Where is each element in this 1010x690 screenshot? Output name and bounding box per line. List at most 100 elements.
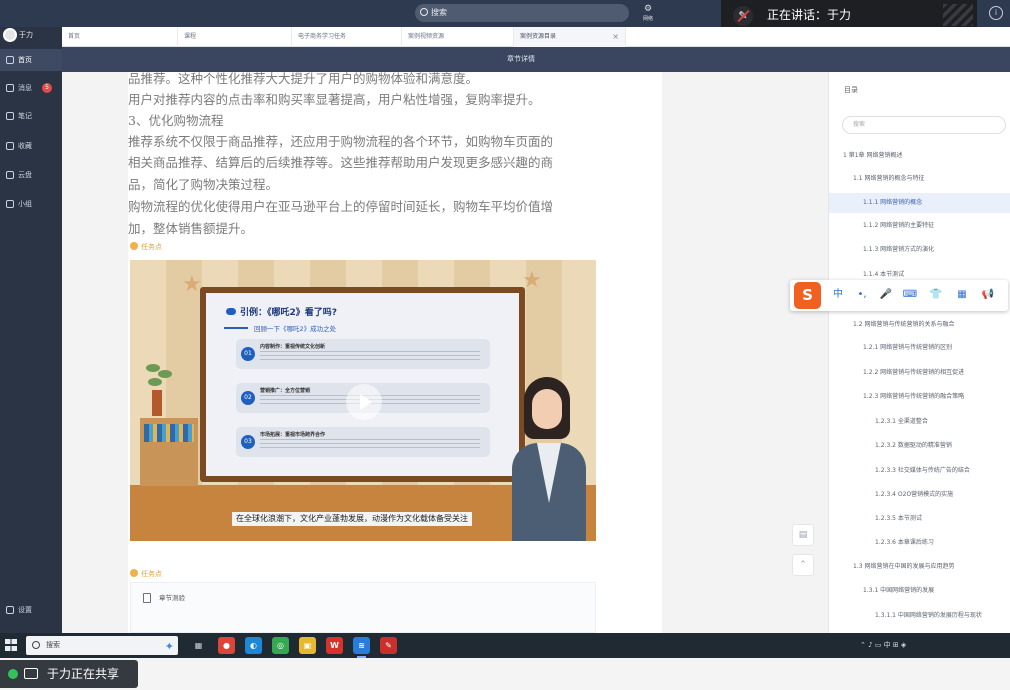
annotate-app-icon[interactable]: ✎: [380, 637, 397, 654]
ime-broadcast-icon[interactable]: 📢: [980, 287, 996, 303]
meeting-app-icon[interactable]: ≋: [353, 637, 370, 658]
home-icon: [6, 56, 14, 64]
network-button[interactable]: ⚙ 网络: [640, 3, 656, 23]
sidebar-item-label: 小组: [18, 200, 32, 208]
ime-punctuation-icon[interactable]: •,: [854, 287, 870, 303]
chrome-icon[interactable]: ●: [218, 637, 235, 654]
play-button[interactable]: [346, 384, 382, 420]
leaf-shape: [158, 370, 172, 378]
toc-item[interactable]: 1.2.1 网络营销与传统营销的区别: [829, 338, 1010, 358]
toc-item[interactable]: 1 第1章 网络营销概述: [829, 146, 1010, 166]
sidebar-item-label: 云盘: [18, 171, 32, 179]
toc-item[interactable]: 1.2 网络营销与传统营销的关系与融合: [829, 315, 1010, 335]
slide-title: 引例：《哪吒2》看了吗?: [226, 305, 337, 318]
toc-item[interactable]: 1.2.3.5 本节测试: [829, 509, 1010, 529]
leaf-shape: [146, 364, 160, 372]
tab-home[interactable]: 首页: [62, 27, 178, 47]
edge-icon[interactable]: ◐: [245, 637, 262, 654]
ime-toolbox-icon[interactable]: ▦: [954, 287, 970, 303]
sidebar-item-settings[interactable]: 设置: [0, 599, 62, 621]
ime-chinese-toggle[interactable]: 中: [830, 287, 846, 303]
live-dot-icon: [8, 669, 18, 679]
info-icon[interactable]: i: [989, 6, 1003, 20]
ime-keyboard-icon[interactable]: ⌨: [902, 287, 918, 303]
task-view-icon[interactable]: ▦: [190, 637, 207, 654]
task-point-label: 任务点: [141, 243, 162, 251]
card-text-lines: [260, 351, 480, 363]
toc-item[interactable]: 1.2.3.3 社交媒体与传统广告的结合: [829, 461, 1010, 481]
mic-muted-icon: ✎: [733, 6, 753, 26]
folder-icon[interactable]: ▣: [299, 637, 316, 654]
article-line: 品，简化了购物决策过程。: [128, 177, 279, 192]
card-number: 02: [241, 391, 255, 405]
card-number: 03: [241, 435, 255, 449]
toc-item[interactable]: 1.1.2 网络营销的主要特征: [829, 216, 1010, 236]
toc-item[interactable]: 1.2.3.4 O2O营销模式的实施: [829, 485, 1010, 505]
card-number: 01: [241, 347, 255, 361]
toc-item[interactable]: 1.2.3 网络营销与传统营销的融合策略: [829, 387, 1010, 407]
card-title: 内容制作：重视传统文化创新: [260, 344, 326, 350]
network-label: 网络: [642, 16, 653, 22]
sidebar-item-notes[interactable]: 笔记: [0, 105, 62, 127]
toc-item[interactable]: 1.3 网络营销在中国的发展与应用趋势: [829, 557, 1010, 577]
tab-bar: 首页 课程 电子商务学习任务 案例视频资源 案例资源目录 ×: [62, 27, 1010, 47]
taskbar-search[interactable]: 搜索 ✦: [26, 636, 178, 655]
task-point-icon: [130, 569, 138, 577]
sidebar-item-messages[interactable]: 消息 5: [0, 77, 62, 99]
toc-item[interactable]: 1.3.1.1 中国网络营销的发展历程与现状: [829, 606, 1010, 626]
screen-share-indicator[interactable]: 于力正在共享: [0, 660, 138, 688]
article-line: 相关商品推荐、结算后的后续推荐等。这些推荐帮助用户发现更多感兴趣的商: [128, 155, 554, 170]
toc-item[interactable]: 1.1 网络营销的概念与特征: [829, 169, 1010, 189]
toc-item[interactable]: 1.1.3 网络营销方式的演化: [829, 240, 1010, 260]
bullet-icon: [226, 308, 236, 315]
toc-item[interactable]: 1.1.1 网络营销的概念: [829, 193, 1010, 213]
taskbar-search-text: 搜索: [46, 641, 60, 649]
document-icon: [143, 593, 151, 603]
tab-case-videos[interactable]: 案例视频资源: [402, 27, 514, 47]
network-icon: ⚙: [643, 4, 653, 14]
video-subtitle: 在全球化浪潮下，文化产业蓬勃发展，动漫作为文化载体备受关注: [232, 512, 472, 526]
toc-title: 目录: [844, 86, 858, 94]
chapter-quiz-card[interactable]: 章节测验: [130, 582, 596, 633]
toc-item[interactable]: 1.2.3.1 全渠道整合: [829, 412, 1010, 432]
toc-item[interactable]: 1.2.3.6 本章课后练习: [829, 533, 1010, 553]
video-player[interactable]: ★ ★ 引例：《哪吒2》看了吗? 回顾一下《哪吒2》成功之处 01 内容制作：重…: [130, 260, 596, 541]
sidebar-item-label: 设置: [18, 606, 32, 614]
toc-item[interactable]: 1.2.2 网络营销与传统营销的相互促进: [829, 363, 1010, 383]
sidebar-item-label: 首页: [18, 56, 32, 64]
tab-case-catalog[interactable]: 案例资源目录 ×: [514, 27, 626, 47]
task-point-marker: 任务点: [130, 242, 162, 252]
unread-badge: 5: [42, 83, 52, 93]
toc-item[interactable]: 1.2.3.2 数据驱动的精准营销: [829, 436, 1010, 456]
scroll-top-button[interactable]: ⌃: [792, 554, 814, 576]
ime-voice-icon[interactable]: 🎤: [878, 287, 894, 303]
wps-icon[interactable]: W: [326, 637, 343, 654]
sidebar-item-home[interactable]: 首页: [0, 49, 62, 71]
sogou-logo[interactable]: S: [794, 282, 821, 309]
sidebar-item-favorites[interactable]: 收藏: [0, 135, 62, 157]
global-search-input[interactable]: 搜索: [415, 4, 629, 22]
tab-label: 案例资源目录: [520, 33, 557, 40]
system-tray[interactable]: ⌃ ♪ ▭ 中 ⊞ ◈: [860, 633, 1010, 658]
article-line: 加，整体销售额提升。: [128, 221, 254, 236]
catalog-toggle-button[interactable]: ▤: [792, 524, 814, 546]
toc-panel: 目录 搜索 1 第1章 网络营销概述 1.1 网络营销的概念与特征 1.1.1 网络…: [828, 72, 1010, 633]
toc-search-input[interactable]: 搜索: [842, 116, 1006, 134]
browser-icon[interactable]: ◎: [272, 637, 289, 654]
user-profile[interactable]: 于力: [3, 27, 59, 43]
close-tab-icon[interactable]: ×: [612, 27, 619, 47]
search-icon: [32, 641, 40, 649]
sidebar-item-cloud[interactable]: 云盘: [0, 164, 62, 186]
presenter-face: [532, 389, 562, 429]
sidebar-item-label: 笔记: [18, 112, 32, 120]
leaf-shape: [148, 378, 162, 386]
tab-learning-tasks[interactable]: 电子商务学习任务: [292, 27, 402, 47]
star-decoration-icon: ★: [182, 272, 202, 297]
toc-item[interactable]: 1.3.1 中国网络营销的发展: [829, 581, 1010, 601]
sidebar-item-groups[interactable]: 小组: [0, 193, 62, 215]
tab-course[interactable]: 课程: [178, 27, 292, 47]
card-title: 营销推广：全方位营销: [260, 388, 311, 394]
ime-skin-icon[interactable]: 👕: [928, 287, 944, 303]
windows-start-icon[interactable]: [5, 639, 17, 651]
bookshelf-decoration: [140, 418, 198, 486]
